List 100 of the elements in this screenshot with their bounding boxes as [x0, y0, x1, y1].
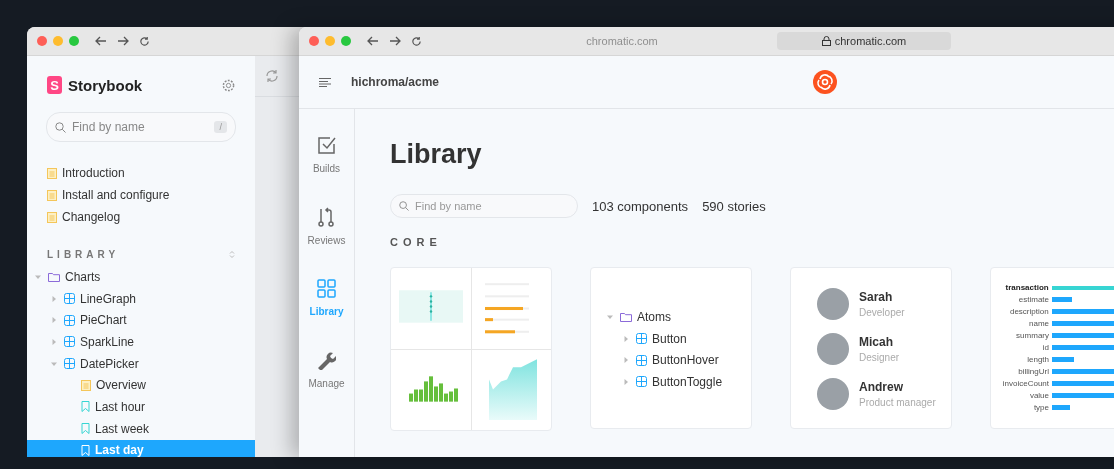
caret-right-icon[interactable]: [51, 317, 57, 324]
search-icon: [55, 121, 66, 133]
minimize-window-icon[interactable]: [53, 36, 63, 46]
component-icon: [636, 354, 647, 366]
component-card[interactable]: [390, 267, 552, 431]
close-window-icon[interactable]: [309, 36, 319, 46]
wrench-icon: [316, 350, 337, 370]
expand-collapse-icon[interactable]: [229, 249, 235, 259]
bar-label: id: [1041, 343, 1049, 352]
person-role: Designer: [859, 352, 900, 363]
tree-item[interactable]: SparkLine: [27, 331, 255, 353]
bookmark-icon: [81, 444, 90, 456]
nav-tab[interactable]: Builds: [312, 135, 341, 174]
caret-right-icon[interactable]: [623, 335, 629, 342]
tree-item[interactable]: PieChart: [27, 309, 255, 332]
doc-link[interactable]: Introduction: [27, 162, 255, 184]
document-icon: [47, 211, 57, 223]
person-name: Sarah: [859, 290, 894, 304]
component-icon: [64, 336, 75, 348]
bar-label: value: [1028, 391, 1049, 400]
bar-label: estimate: [1017, 295, 1049, 304]
tree-item[interactable]: ButtonHover: [607, 349, 751, 372]
address-bar[interactable]: chromatic.com: [777, 32, 951, 50]
checkbox-icon: [316, 135, 337, 155]
tree-item[interactable]: LineGraph: [27, 287, 255, 310]
bar-label: name: [1028, 319, 1049, 328]
bar-label: description: [1008, 307, 1049, 316]
reload-icon[interactable]: [411, 35, 422, 47]
search-icon: [399, 201, 409, 211]
shortcut-key: /: [214, 121, 227, 133]
project-name[interactable]: hichroma/acme: [351, 75, 440, 89]
caret-right-icon[interactable]: [51, 338, 57, 345]
back-arrow-icon[interactable]: [95, 36, 107, 46]
caret-right-icon[interactable]: [623, 378, 629, 385]
tree-item[interactable]: ButtonToggle: [607, 371, 751, 393]
component-card[interactable]: transaction estimate description name summary id length billingUrl invoiceCount value type: [990, 267, 1114, 429]
folder-icon: [48, 271, 60, 282]
avatar: [817, 378, 849, 410]
person-role: Developer: [859, 307, 905, 318]
component-card[interactable]: Sarah Developer Micah Designer Andrew Product manager: [790, 267, 952, 429]
tree-item[interactable]: Last hour: [27, 396, 255, 418]
section-heading: CORE: [390, 236, 443, 248]
tree-item[interactable]: Last week: [27, 417, 255, 440]
avatar: [817, 333, 849, 365]
storybook-logo: S: [47, 76, 62, 94]
tree-item[interactable]: Overview: [27, 374, 255, 397]
bookmark-icon: [81, 401, 90, 413]
reload-icon[interactable]: [139, 35, 150, 47]
component-icon: [64, 314, 75, 326]
doc-link[interactable]: Changelog: [27, 206, 255, 228]
person-role: Product manager: [859, 397, 936, 408]
tree-item[interactable]: Atoms: [607, 306, 751, 328]
avatar: [817, 288, 849, 320]
sync-icon[interactable]: [265, 69, 279, 83]
bar-label: transaction: [1004, 283, 1049, 292]
pull-request-icon: [317, 207, 336, 227]
maximize-window-icon[interactable]: [69, 36, 79, 46]
story-count: 590 stories: [702, 198, 766, 214]
bar-label: invoiceCount: [1001, 379, 1049, 388]
bookmark-icon: [81, 423, 90, 435]
nav-tab[interactable]: Manage: [308, 350, 345, 389]
component-icon: [64, 293, 75, 305]
caret-right-icon[interactable]: [623, 357, 629, 364]
component-icon: [636, 376, 647, 388]
grid-icon: [317, 279, 336, 298]
component-icon: [64, 358, 75, 370]
tree-item[interactable]: DatePicker: [27, 352, 255, 375]
forward-arrow-icon[interactable]: [389, 36, 401, 46]
tree-item[interactable]: Button: [607, 327, 751, 350]
document-icon: [47, 189, 57, 201]
forward-arrow-icon[interactable]: [117, 36, 129, 46]
person-name: Andrew: [859, 380, 904, 394]
minimize-window-icon[interactable]: [325, 36, 335, 46]
person-name: Micah: [859, 335, 894, 349]
bar-label: billingUrl: [1017, 367, 1049, 376]
settings-icon[interactable]: [222, 78, 235, 92]
close-window-icon[interactable]: [37, 36, 47, 46]
caret-down-icon[interactable]: [35, 273, 41, 280]
tree-item[interactable]: Charts: [27, 266, 255, 288]
maximize-window-icon[interactable]: [341, 36, 351, 46]
nav-tab[interactable]: Reviews: [307, 207, 346, 246]
chromatic-logo[interactable]: [813, 70, 838, 94]
document-icon: [81, 379, 91, 391]
doc-link[interactable]: Install and configure: [27, 184, 255, 206]
brand-name: Storybook: [68, 76, 143, 94]
component-card[interactable]: Atoms Button ButtonHover ButtonToggle: [590, 267, 752, 429]
caret-right-icon[interactable]: [51, 295, 57, 302]
page-title: Library: [390, 139, 483, 171]
caret-down-icon[interactable]: [51, 360, 57, 367]
back-arrow-icon[interactable]: [367, 36, 379, 46]
document-icon: [47, 167, 57, 179]
bar-label: summary: [1015, 331, 1049, 340]
caret-down-icon[interactable]: [607, 313, 613, 320]
menu-icon[interactable]: [319, 77, 331, 87]
folder-icon: [620, 311, 632, 322]
bar-label: length: [1026, 355, 1049, 364]
search-field[interactable]: Find by name /: [46, 112, 236, 142]
component-icon: [636, 333, 647, 345]
component-count: 103 components: [592, 198, 689, 214]
lock-icon: [821, 36, 831, 46]
